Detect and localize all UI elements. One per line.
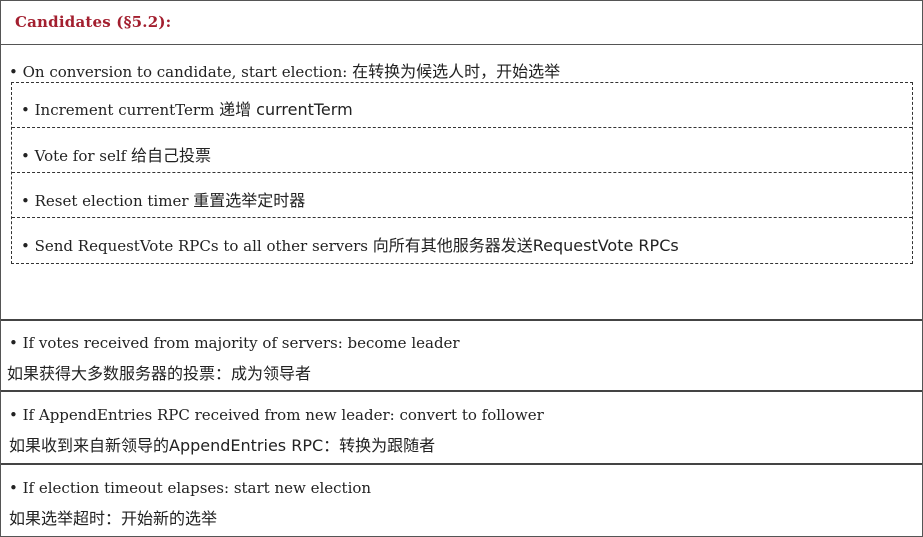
step-en: • Vote for self: [21, 147, 131, 165]
rule-append-entries-zh: 如果收到来自新领导的AppendEntries RPC：转换为跟随者: [9, 436, 436, 455]
conversion-line: • On conversion to candidate, start elec…: [9, 58, 560, 82]
section-divider: [1, 319, 922, 321]
step-divider: [12, 217, 912, 218]
step-increment-term: • Increment currentTerm 递增 currentTerm: [21, 96, 353, 120]
step-zh: 给自己投票: [131, 146, 212, 165]
election-steps-box: • Increment currentTerm 递增 currentTerm •…: [11, 82, 913, 264]
rule-timeout-zh: 如果选举超时：开始新的选举: [9, 509, 218, 528]
step-vote-self: • Vote for self 给自己投票: [21, 142, 211, 166]
rule-majority-en: • If votes received from majority of ser…: [9, 334, 460, 352]
section-divider: [1, 390, 922, 392]
step-en: • Reset election timer: [21, 192, 194, 210]
card-header: Candidates (§5.2):: [1, 1, 922, 45]
step-en: • Send RequestVote RPCs to all other ser…: [21, 237, 373, 255]
rule-majority-zh: 如果获得大多数服务器的投票：成为领导者: [7, 364, 312, 383]
rule-timeout-en: • If election timeout elapses: start new…: [9, 479, 372, 497]
step-divider: [12, 127, 912, 128]
section-divider: [1, 463, 922, 465]
step-reset-timer: • Reset election timer 重置选举定时器: [21, 187, 305, 211]
conversion-zh: 在转换为候选人时，开始选举: [352, 62, 561, 81]
step-zh: 递增 currentTerm: [219, 100, 353, 119]
section-title: Candidates (§5.2):: [15, 13, 172, 31]
step-zh: 向所有其他服务器发送RequestVote RPCs: [372, 236, 679, 255]
rules-card: Candidates (§5.2): • On conversion to ca…: [0, 0, 923, 537]
step-zh: 重置选举定时器: [193, 191, 306, 210]
rule-append-entries-en: • If AppendEntries RPC received from new…: [9, 406, 544, 424]
step-send-requestvote: • Send RequestVote RPCs to all other ser…: [21, 232, 679, 256]
conversion-text: • On conversion to candidate, start elec…: [9, 63, 353, 81]
step-divider: [12, 172, 912, 173]
step-en: • Increment currentTerm: [21, 101, 220, 119]
